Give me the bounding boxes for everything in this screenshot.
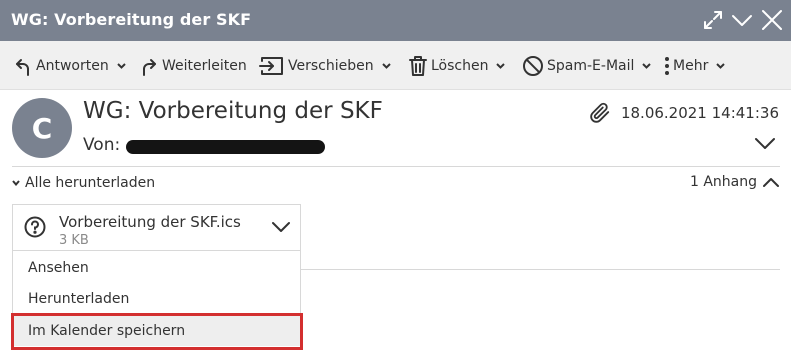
delete-label: Löschen (431, 58, 489, 74)
collapse-chevron-icon[interactable] (730, 8, 754, 32)
move-button[interactable]: Verschieben (259, 53, 391, 79)
header-divider (12, 166, 780, 167)
chevron-down-icon (12, 180, 20, 186)
more-dropdown-icon[interactable] (716, 63, 726, 69)
move-label: Verschieben (288, 58, 374, 74)
more-label: Mehr (673, 58, 709, 74)
attachment-size: 3 KB (59, 233, 89, 248)
spam-label: Spam-E-Mail (547, 58, 635, 74)
sender-avatar: C (12, 98, 72, 158)
menu-item-view[interactable]: Ansehen (13, 252, 300, 283)
delete-button[interactable]: Löschen (408, 53, 506, 79)
more-vertical-icon (665, 57, 669, 75)
more-button[interactable]: Mehr (664, 53, 726, 79)
close-icon[interactable] (760, 8, 784, 32)
window-titlebar: WG: Vorbereitung der SKF (0, 0, 791, 41)
reply-icon (16, 59, 29, 76)
forward-icon (143, 59, 156, 76)
attachment-card[interactable]: Vorbereitung der SKF.ics 3 KB (12, 204, 301, 251)
move-icon (259, 57, 283, 75)
message-subject: WG: Vorbereitung der SKF (83, 98, 383, 124)
spam-button[interactable]: Spam-E-Mail (522, 53, 652, 79)
delete-dropdown-icon[interactable] (496, 63, 506, 69)
attachments-divider (301, 269, 780, 270)
forward-button[interactable]: Weiterleiten (139, 53, 247, 79)
forward-label: Weiterleiten (162, 58, 247, 74)
attachment-name: Vorbereitung der SKF.ics (59, 213, 241, 231)
download-all-link[interactable]: Alle herunterladen (12, 175, 155, 191)
trash-icon (409, 56, 427, 76)
from-label: Von: (83, 135, 121, 155)
message-toolbar: Antworten Weiterleiten Verschieben Lösch… (0, 41, 791, 90)
attachment-count-label: 1 Anhang (689, 174, 757, 190)
menu-item-save-to-calendar[interactable]: Im Kalender speichern (13, 315, 300, 346)
reply-button[interactable]: Antworten (13, 53, 126, 79)
expand-details-chevron-icon[interactable] (754, 134, 776, 152)
menu-item-download[interactable]: Herunterladen (13, 283, 300, 314)
sender-address-redacted[interactable] (126, 140, 325, 154)
attachment-menu: Ansehen Herunterladen Im Kalender speich… (12, 251, 301, 350)
spam-dropdown-icon[interactable] (642, 63, 652, 69)
chevron-up-icon (763, 178, 779, 187)
unknown-file-icon (24, 216, 46, 238)
download-all-label: Alle herunterladen (25, 175, 156, 191)
attachment-menu-chevron-icon[interactable] (272, 221, 290, 233)
message-date-row: 18.06.2021 14:41:36 (589, 102, 779, 124)
attachment-count-toggle[interactable]: 1 Anhang (690, 174, 779, 190)
block-icon (523, 56, 543, 76)
move-dropdown-icon[interactable] (381, 63, 391, 69)
reply-label: Antworten (36, 58, 109, 74)
reply-dropdown-icon[interactable] (116, 63, 126, 69)
window-title: WG: Vorbereitung der SKF (11, 10, 252, 29)
expand-icon[interactable] (701, 8, 725, 32)
message-date: 18.06.2021 14:41:36 (620, 104, 779, 122)
paperclip-icon (590, 102, 610, 123)
